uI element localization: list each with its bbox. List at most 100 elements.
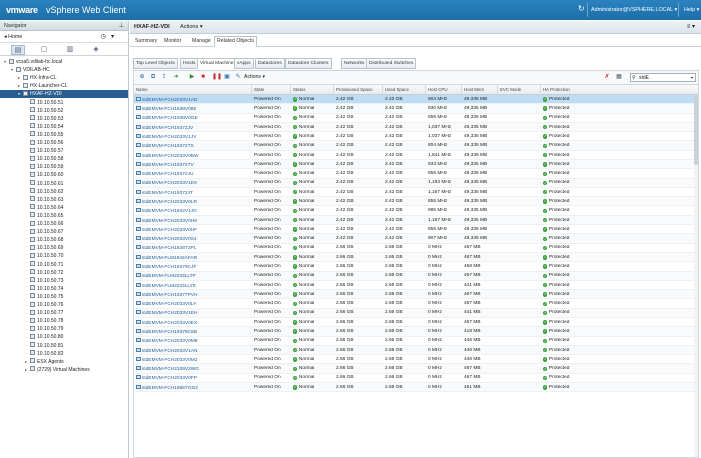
table-row[interactable]: stdEMVM-FCH2033V0LF Powered On ✓ Normal 2.66… — [134, 299, 698, 309]
table-row[interactable]: stdEMVM-FCH1842V1JG Powered On ✓ Normal 2.42… — [134, 206, 698, 216]
column-resize-handle[interactable] — [461, 85, 462, 95]
table-row[interactable]: stdEMVM-FCH2033V0H8 Powered On ✓ Normal 2.42… — [134, 215, 698, 226]
cell-name[interactable]: stdEMVM-FCH2033V0H8 — [136, 217, 251, 223]
cell-name[interactable]: stdEMVM-FCH1842V1JG — [136, 208, 251, 214]
table-row[interactable]: stdEMVM-FCH2033V1AD Powered On ✓ Normal 2.42… — [134, 95, 698, 105]
cell-name[interactable]: stdEMVM-FLM1942AFAR — [136, 254, 251, 261]
history-dropdown-icon[interactable]: ▾ — [111, 33, 114, 40]
tab-monitor[interactable]: Monitor — [162, 37, 183, 47]
table-row[interactable]: stdEMVM-FCH2033V0M2 Powered On ✓ Normal 2.66… — [134, 355, 698, 365]
power-off-icon[interactable]: ■ — [200, 74, 206, 80]
table-row[interactable]: stdEMVM-FCH2033V0FP Powered On ✓ Normal 2.66… — [134, 374, 698, 383]
cell-name[interactable]: stdEMVM-FCH19377PVH — [136, 291, 251, 298]
tree-node[interactable]: 10.10.50.76 — [0, 301, 63, 309]
cell-name[interactable]: stdEMVM-FCH2033V0M9 — [136, 338, 251, 344]
console-icon[interactable]: ▣ — [224, 74, 230, 80]
tree-node[interactable]: 10.10.50.65 — [0, 212, 63, 220]
toolbar-actions-menu[interactable]: Actions ▾ — [244, 74, 265, 80]
table-row[interactable]: stdEMVM-FCH2033V0HF Powered On ✓ Normal 2.42… — [134, 225, 698, 235]
table-row[interactable]: stdEMVM-FCH1938V0GE Powered On ✓ Normal 2.42… — [134, 114, 698, 123]
table-row[interactable]: stdEMVM-FCH19372TS Powered On ✓ Normal 2.42 … — [134, 141, 698, 151]
cell-name[interactable]: stdEMVM-FCH19372JV — [136, 124, 251, 130]
tree-node[interactable]: 10.10.50.68 — [0, 236, 63, 244]
table-row[interactable]: stdEMVM-FCH19379C6B Powered On ✓ Normal 2.66… — [134, 327, 698, 337]
filter-input[interactable]: ⚲ stdE ▾ — [630, 73, 696, 82]
tree-node[interactable]: 10.10.50.73 — [0, 277, 63, 285]
cell-name[interactable]: stdEMVM-FCH2033V0BW — [136, 152, 251, 158]
tree-node[interactable]: 10.10.50.59 — [0, 163, 63, 171]
user-menu[interactable]: Administrator@VSPHERE.LOCAL ▾ — [591, 7, 677, 13]
column-header-name[interactable]: Name — [136, 87, 148, 92]
new-vm-icon[interactable]: ⊕ — [139, 74, 145, 80]
cell-name[interactable]: stdEMVM-FCH2033V1E9 — [136, 180, 251, 186]
migrate-icon[interactable]: ➜ — [173, 74, 179, 80]
refresh-icon[interactable]: ↻ — [578, 4, 585, 13]
cell-name[interactable]: stdEMVM-FCH19372TV — [136, 161, 251, 168]
home-breadcrumb[interactable]: ◂ Home ◷ ▾ — [0, 31, 128, 43]
cell-name[interactable]: stdEMVM-FCH19372TS — [136, 143, 251, 149]
table-row[interactable]: stdEMVM-FLM2033LLYE Powered On ✓ Normal 2.66… — [134, 281, 698, 291]
table-row[interactable]: stdEMVM-FCH19372JV Powered On ✓ Normal 2.42 … — [134, 122, 698, 133]
tab-related-objects[interactable]: Related Objects — [214, 36, 257, 47]
cell-name[interactable]: stdEMVM-FCH2033V1JV — [136, 133, 251, 140]
columns-icon[interactable]: ▦ — [616, 74, 622, 80]
subtab-virtual-machines[interactable]: Virtual Machines — [197, 58, 240, 69]
column-resize-handle[interactable] — [290, 85, 291, 95]
cell-name[interactable]: stdEMVM-FCH19372JT — [136, 189, 251, 196]
subtab-datastore-clusters[interactable]: Datastore Clusters — [285, 58, 332, 69]
column-resize-handle[interactable] — [425, 85, 426, 95]
tree-node[interactable]: 10.10.50.62 — [0, 188, 63, 196]
table-row[interactable]: stdEMVM-FCH19377PVH Powered On ✓ Normal 2.66… — [134, 290, 698, 300]
tree-node[interactable]: 10.10.50.51 — [0, 99, 63, 107]
tree-node[interactable]: 10.10.50.60 — [0, 171, 63, 179]
cell-name[interactable]: stdEMVM-FCH2033V0HF — [136, 226, 251, 233]
tree-node[interactable]: ▾ vcsa5.vdilab-hc.local — [0, 58, 62, 66]
cell-name[interactable]: stdEMVM-FCH19379CJF — [136, 264, 251, 270]
tree-node[interactable]: ▸ HX-Launcher-CL — [0, 82, 68, 90]
subtab-hosts[interactable]: Hosts — [180, 58, 199, 69]
help-menu[interactable]: Help ▾ — [684, 7, 699, 13]
tree-node[interactable]: 10.10.50.78 — [0, 317, 63, 325]
history-icon[interactable]: ◷ — [101, 33, 106, 40]
table-row[interactable]: stdEMVM-FCH1838T2PL Powered On ✓ Normal 2.66… — [134, 244, 698, 253]
table-row[interactable]: stdEMVM-FCH2033V1EH Powered On ✓ Normal 2.66… — [134, 308, 698, 318]
column-header-evc-mode[interactable]: EVC Mode — [500, 87, 521, 92]
table-row[interactable]: stdEMVM-FCH2033V0M9 Powered On ✓ Normal 2.66… — [134, 337, 698, 346]
table-row[interactable]: stdEMVM-FCH2033V0LR Powered On ✓ Normal 2.42… — [134, 197, 698, 207]
scrollbar-thumb[interactable] — [694, 95, 698, 165]
table-row[interactable]: stdEMVM-FCH2033V0BW Powered On ✓ Normal 2.42… — [134, 151, 698, 161]
vertical-scrollbar[interactable] — [694, 95, 698, 457]
table-row[interactable]: stdEMVM-FCH2109V2WG Powered On ✓ Normal 2.66… — [134, 364, 698, 374]
column-header-status[interactable]: Status — [293, 87, 305, 92]
tree-node[interactable]: 10.10.50.58 — [0, 155, 63, 163]
cell-name[interactable]: stdEMVM-FCH1938V0GE — [136, 115, 251, 121]
tree-node[interactable]: 10.10.50.53 — [0, 115, 63, 123]
panel-menu-icon[interactable]: ≡ ▾ — [687, 23, 695, 30]
home-link[interactable]: ◂ Home — [4, 34, 22, 40]
cell-name[interactable]: stdEMVM-FCH1838T2PL — [136, 245, 251, 251]
table-row[interactable]: stdEMVM-FCH2033V0S4 Powered On ✓ Normal 2.42… — [134, 234, 698, 244]
table-row[interactable]: stdEMVM-FCH19372TV Powered On ✓ Normal 2.42 … — [134, 160, 698, 170]
storage-tab-icon[interactable]: ▥ — [63, 45, 77, 55]
table-row[interactable]: stdEMVM-FCH19372JU Powered On ✓ Normal 2.42 … — [134, 169, 698, 179]
tree-node-selected[interactable]: ▾ HXAF-HZ-VDI — [0, 90, 128, 99]
tab-manage[interactable]: Manage — [190, 37, 213, 47]
vms-templates-tab-icon[interactable]: ▢ — [37, 45, 51, 55]
actions-menu[interactable]: Actions ▾ — [180, 24, 203, 30]
table-row[interactable]: stdEMVM-FLM2033LLTP Powered On ✓ Normal 2.66… — [134, 271, 698, 281]
column-header-state[interactable]: State — [254, 87, 264, 92]
clone-vm-icon[interactable]: ⧉ — [150, 74, 156, 80]
table-row[interactable]: stdEMVM-FCH1965TGG2 Powered On ✓ Normal 2.66… — [134, 382, 698, 393]
power-on-icon[interactable]: ▶ — [189, 74, 195, 80]
column-header-used-space[interactable]: Used Space — [385, 87, 409, 92]
tree-node[interactable]: 10.10.50.75 — [0, 293, 63, 301]
cell-name[interactable]: stdEMVM-FCH2033V0EX — [136, 319, 251, 326]
cell-name[interactable]: stdEMVM-FCH1938V085 — [136, 106, 251, 112]
tree-node[interactable]: 10.10.50.66 — [0, 220, 63, 228]
subtab-distributed-switches[interactable]: Distributed Switches — [366, 58, 417, 69]
cell-name[interactable]: stdEMVM-FCH2033V1AD — [136, 96, 251, 103]
subtab-datastores[interactable]: Datastores — [255, 58, 285, 69]
edit-settings-icon[interactable]: ✎ — [235, 74, 241, 80]
tree-node[interactable]: ▸ ESX Agents — [0, 358, 64, 366]
table-row[interactable]: stdEMVM-FCH19379CJF Powered On ✓ Normal 2.66… — [134, 262, 698, 272]
